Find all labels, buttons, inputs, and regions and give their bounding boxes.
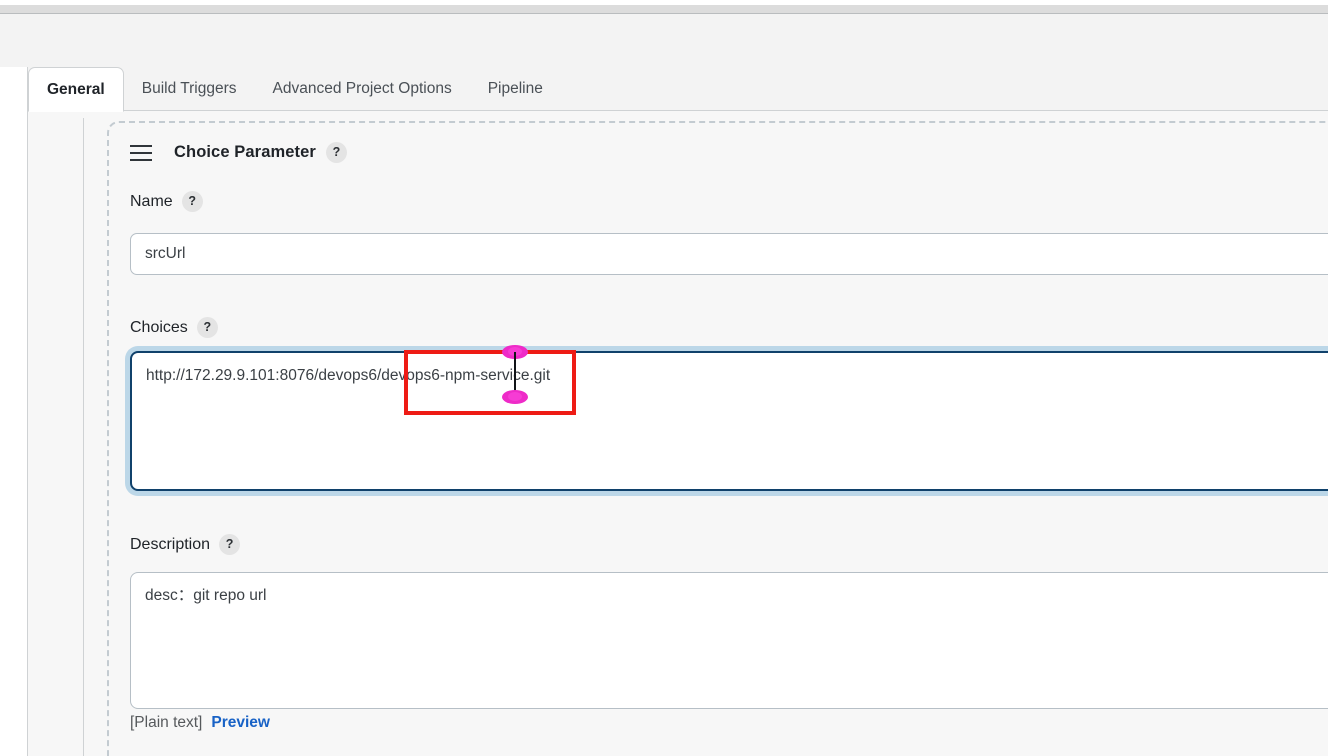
drag-line-1	[130, 144, 152, 147]
tab-advanced-project-options-label: Advanced Project Options	[272, 80, 452, 97]
name-label-text: Name	[130, 192, 173, 210]
help-icon-description[interactable]: ?	[219, 534, 241, 555]
help-icon-name[interactable]: ?	[181, 191, 203, 212]
help-icon-choices[interactable]: ?	[196, 317, 218, 338]
choices-field-label: Choices ?	[130, 317, 218, 338]
section-guideline	[83, 118, 84, 756]
preview-link[interactable]: Preview	[211, 714, 270, 732]
markup-type-label: [Plain text]	[130, 714, 203, 731]
parameter-panel-title: Choice Parameter	[174, 143, 316, 161]
tab-advanced-project-options[interactable]: Advanced Project Options	[255, 67, 470, 111]
description-field-label: Description ?	[130, 534, 241, 555]
choices-label-text: Choices	[130, 318, 188, 336]
tab-build-triggers[interactable]: Build Triggers	[124, 67, 255, 111]
left-gutter	[0, 67, 27, 756]
tab-list: General Build Triggers Advanced Project …	[28, 67, 561, 112]
drag-line-3	[130, 158, 152, 161]
description-textarea[interactable]	[130, 572, 1328, 709]
name-input[interactable]	[130, 233, 1328, 275]
tab-build-triggers-label: Build Triggers	[141, 80, 237, 97]
parameter-panel-header: Choice Parameter ?	[130, 142, 347, 163]
browser-toolbar-strip	[0, 5, 1328, 13]
tab-pipeline-label: Pipeline	[487, 80, 543, 97]
name-field-label: Name ?	[130, 191, 203, 212]
drag-line-2	[130, 151, 152, 154]
description-label-text: Description	[130, 535, 211, 553]
choices-textarea[interactable]	[130, 351, 1328, 491]
app-window: General Build Triggers Advanced Project …	[0, 0, 1328, 756]
markup-footer: [Plain text] Preview	[130, 714, 270, 732]
tab-general[interactable]: General	[28, 67, 124, 112]
tab-general-label: General	[47, 80, 105, 98]
hamburger-drag-icon[interactable]	[130, 144, 152, 161]
help-icon-parameter[interactable]: ?	[325, 142, 347, 163]
tab-pipeline[interactable]: Pipeline	[470, 67, 561, 111]
